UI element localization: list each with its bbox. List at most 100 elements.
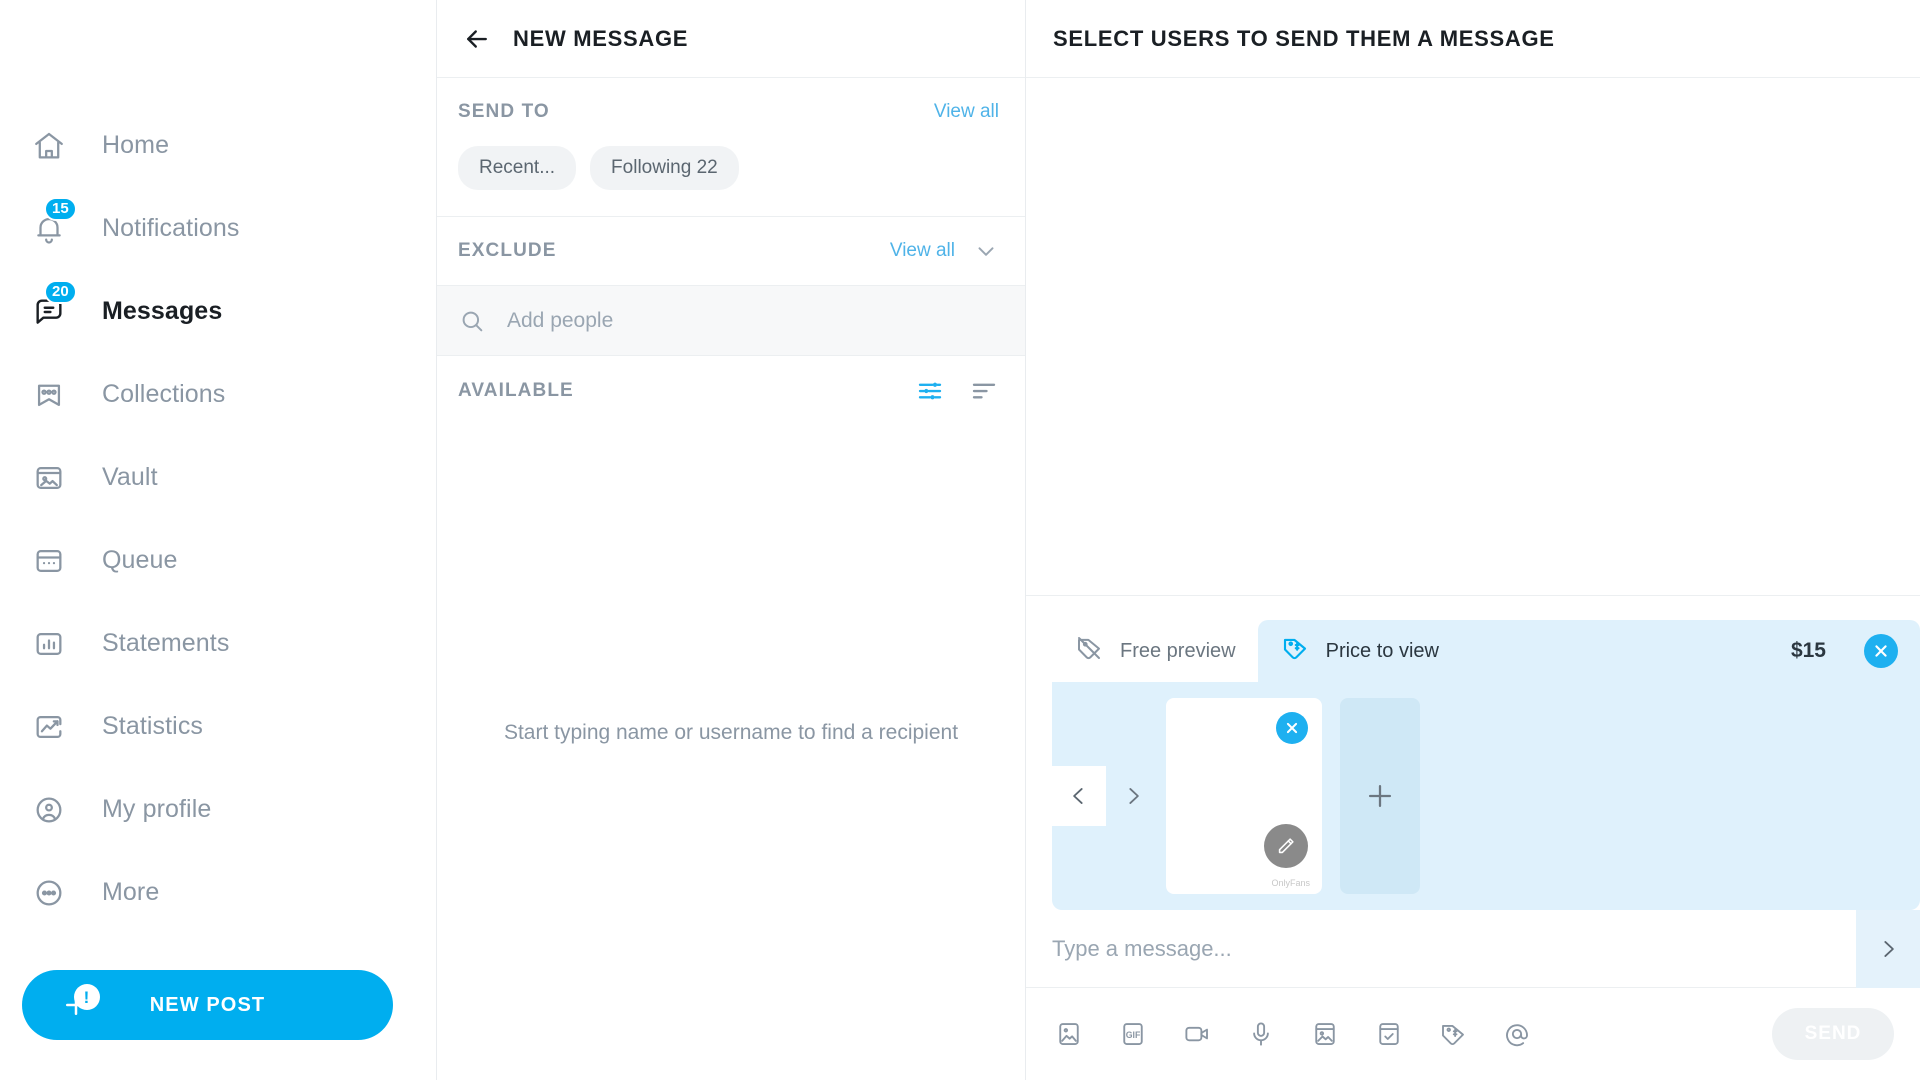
price-to-view-button[interactable]: Price to view $15 <box>1257 620 1920 682</box>
exclude-label: EXCLUDE <box>458 240 557 261</box>
sidebar-item-label: Queue <box>102 546 178 574</box>
add-people-search-row <box>437 286 1025 356</box>
empty-recipients-hint: Start typing name or username to find a … <box>503 721 959 744</box>
add-media-tile[interactable] <box>1340 698 1420 894</box>
price-options-row: Free preview Price to view $15 <box>1026 620 1920 682</box>
media-attachments-strip: OnlyFans <box>1052 682 1920 910</box>
message-icon: 20 <box>26 279 77 335</box>
app-root: Home 15 Notifications 20 Messages Collec… <box>0 0 1920 1080</box>
send-to-chips: Recent... Following 22 <box>437 146 1025 216</box>
price-value: $15 <box>1790 639 1826 662</box>
media-watermark: OnlyFans <box>1271 878 1310 888</box>
price-tag-icon <box>1280 633 1310 669</box>
main-sidebar: Home 15 Notifications 20 Messages Collec… <box>0 0 437 1080</box>
at-mention-icon[interactable] <box>1500 1017 1534 1051</box>
sidebar-item-label: More <box>102 878 160 906</box>
close-circle-icon[interactable] <box>1864 634 1898 668</box>
bookmark-star-icon <box>26 372 72 418</box>
sidebar-item-vault[interactable]: Vault <box>0 436 436 519</box>
new-message-panel: NEW MESSAGE SEND TO View all Recent... F… <box>437 0 1026 1080</box>
sidebar-item-my-profile[interactable]: My profile <box>0 768 436 851</box>
exclude-actions: View all <box>890 238 999 264</box>
exclude-section: EXCLUDE View all <box>437 217 1025 286</box>
sort-lines-icon[interactable] <box>969 376 999 406</box>
new-message-header: NEW MESSAGE <box>437 0 1025 78</box>
chip-recent[interactable]: Recent... <box>458 146 577 190</box>
user-circle-icon <box>26 787 72 833</box>
message-input[interactable] <box>1052 935 1856 962</box>
notifications-badge: 15 <box>44 196 77 221</box>
send-to-header: SEND TO View all <box>437 78 1025 146</box>
home-icon <box>26 123 72 169</box>
tag-slash-icon <box>1074 633 1104 669</box>
message-composer: Free preview Price to view $15 OnlyFans … <box>1026 595 1920 1080</box>
chevron-down-icon[interactable] <box>973 238 999 264</box>
sidebar-item-queue[interactable]: Queue <box>0 519 436 602</box>
video-icon[interactable] <box>1180 1017 1214 1051</box>
composer-toolbar: GIF SEND <box>1026 988 1920 1080</box>
sidebar-item-label: Statistics <box>102 712 204 740</box>
sidebar-item-statistics[interactable]: Statistics <box>0 685 436 768</box>
available-header: AVAILABLE <box>437 356 1025 426</box>
trend-chart-icon <box>26 704 72 750</box>
select-users-header: SELECT USERS TO SEND THEM A MESSAGE <box>1026 0 1920 78</box>
pencil-icon[interactable] <box>1264 824 1308 868</box>
send-button[interactable]: SEND <box>1772 1008 1894 1060</box>
expand-composer-button[interactable] <box>1856 909 1920 988</box>
media-thumbnail[interactable]: OnlyFans <box>1166 698 1322 894</box>
select-users-panel: SELECT USERS TO SEND THEM A MESSAGE Free… <box>1026 0 1920 1080</box>
message-input-row <box>1026 909 1920 988</box>
sidebar-item-home[interactable]: Home <box>0 104 436 187</box>
back-arrow-icon[interactable] <box>458 20 496 58</box>
close-circle-icon[interactable] <box>1276 712 1308 744</box>
price-tag-icon[interactable] <box>1436 1017 1470 1051</box>
sidebar-item-label: My profile <box>102 795 212 823</box>
page-title: NEW MESSAGE <box>513 25 689 51</box>
select-users-body <box>1026 78 1920 595</box>
sidebar-item-label: Home <box>102 131 170 159</box>
chip-following[interactable]: Following 22 <box>590 146 739 190</box>
vault-image-icon <box>26 455 72 501</box>
microphone-icon[interactable] <box>1244 1017 1278 1051</box>
new-post-alert-badge: ! <box>74 984 100 1010</box>
messages-badge: 20 <box>44 279 77 304</box>
photo-icon[interactable] <box>1052 1017 1086 1051</box>
exclude-header: EXCLUDE View all <box>437 217 1025 285</box>
free-preview-button[interactable]: Free preview <box>1052 620 1258 682</box>
sidebar-item-collections[interactable]: Collections <box>0 353 436 436</box>
available-actions <box>915 376 999 406</box>
price-to-view-label: Price to view <box>1325 639 1439 662</box>
send-to-view-all-link[interactable]: View all <box>934 101 999 123</box>
chevron-right-icon[interactable] <box>1106 766 1160 826</box>
gif-icon[interactable]: GIF <box>1116 1017 1150 1051</box>
exclude-view-all-link[interactable]: View all <box>890 240 955 262</box>
new-post-button[interactable]: ! NEW POST <box>22 970 393 1040</box>
vault-media-icon[interactable] <box>1308 1017 1342 1051</box>
send-to-section: SEND TO View all Recent... Following 22 <box>437 78 1025 217</box>
sidebar-item-statements[interactable]: Statements <box>0 602 436 685</box>
ellipsis-circle-icon <box>26 870 72 916</box>
search-icon <box>458 307 486 335</box>
calendar-icon <box>26 538 72 584</box>
sidebar-item-label: Collections <box>102 380 226 408</box>
bell-icon: 15 <box>26 196 77 252</box>
available-label: AVAILABLE <box>458 380 574 401</box>
chevron-left-icon[interactable] <box>1052 766 1106 826</box>
bar-chart-icon <box>26 621 72 667</box>
sidebar-item-notifications[interactable]: 15 Notifications <box>0 187 436 270</box>
free-preview-label: Free preview <box>1120 639 1236 662</box>
sidebar-item-label: Notifications <box>102 214 240 242</box>
sidebar-item-label: Vault <box>102 463 158 491</box>
sidebar-item-messages[interactable]: 20 Messages <box>0 270 436 353</box>
sidebar-item-label: Messages <box>102 297 223 325</box>
new-post-label: NEW POST <box>149 993 266 1016</box>
poll-icon[interactable] <box>1372 1017 1406 1051</box>
svg-text:GIF: GIF <box>1126 1030 1141 1040</box>
filter-sliders-icon[interactable] <box>915 376 945 406</box>
select-users-title: SELECT USERS TO SEND THEM A MESSAGE <box>1053 25 1555 51</box>
sidebar-item-more[interactable]: More <box>0 851 436 934</box>
sidebar-item-label: Statements <box>102 629 230 657</box>
send-to-actions: View all <box>934 101 999 123</box>
send-to-label: SEND TO <box>458 101 550 122</box>
add-people-input[interactable] <box>507 308 907 333</box>
